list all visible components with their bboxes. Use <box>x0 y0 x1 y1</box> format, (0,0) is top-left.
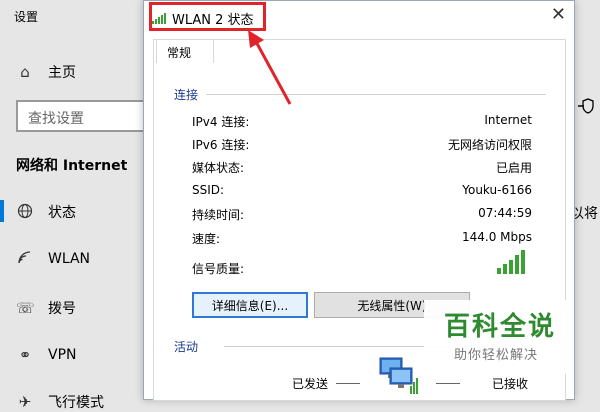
tab-general[interactable]: 常规 <box>156 39 214 63</box>
nav-status[interactable]: 状态 <box>16 202 76 222</box>
wifi-icon <box>16 250 34 268</box>
row-value: Internet <box>484 113 532 127</box>
nav-vpn-label: VPN <box>48 347 77 363</box>
section-heading: 网络和 Internet <box>16 158 128 174</box>
row-signal: 信号质量: <box>192 260 292 277</box>
row-value: 144.0 Mbps <box>461 230 532 244</box>
row-key: 信号质量: <box>192 262 245 276</box>
network-activity-icon <box>376 356 420 396</box>
home-icon: ⌂ <box>20 63 30 81</box>
sent-label: 已发送 <box>292 377 329 391</box>
row-key: 持续时间: <box>192 208 245 222</box>
row-key: IPv6 连接: <box>192 138 250 152</box>
activity-group-label: 活动 <box>174 340 199 354</box>
nav-dialup[interactable]: ☏ 拨号 <box>16 298 76 318</box>
row-duration: 持续时间: 07:44:59 <box>192 206 532 223</box>
globe-icon <box>16 203 34 221</box>
watermark: 百科全说 助你轻松解决 <box>424 300 574 374</box>
row-ipv6: IPv6 连接: 无网络访问权限 <box>192 136 532 153</box>
dialup-icon: ☏ <box>16 299 35 317</box>
row-key: SSID: <box>192 183 225 197</box>
row-ipv4: IPv4 连接: Internet <box>192 113 532 130</box>
nav-status-label: 状态 <box>48 205 76 221</box>
settings-title: 设置 <box>14 10 39 24</box>
nav-airplane[interactable]: ✈ 飞行模式 <box>16 392 104 412</box>
settings-search-input[interactable]: 查找设置 <box>16 100 150 132</box>
nav-vpn[interactable]: ⚭ VPN <box>16 346 77 364</box>
airplane-icon: ✈ <box>18 393 32 411</box>
close-button[interactable]: ✕ <box>551 5 566 25</box>
row-value: 07:44:59 <box>478 206 532 220</box>
row-value: 已启用 <box>495 161 532 175</box>
shield-icon <box>578 97 594 119</box>
received-line <box>436 383 460 384</box>
details-button[interactable]: 详细信息(E)... <box>192 292 308 318</box>
annotation-arrow <box>248 30 292 105</box>
watermark-main: 百科全说 <box>444 312 557 342</box>
nav-airplane-label: 飞行模式 <box>48 395 104 411</box>
sent-line <box>336 383 360 384</box>
row-key: IPv4 连接: <box>192 115 250 129</box>
highlight-box <box>149 2 266 31</box>
row-key: 速度: <box>192 232 221 246</box>
row-key: 媒体状态: <box>192 161 245 175</box>
nav-home-label: 主页 <box>48 65 76 81</box>
row-media-state: 媒体状态: 已启用 <box>192 159 532 176</box>
received-label: 已接收 <box>492 377 529 391</box>
nav-home[interactable]: ⌂ 主页 <box>16 62 76 82</box>
row-ssid: SSID: Youku-6166 <box>192 183 532 197</box>
connection-group-label: 连接 <box>174 88 199 102</box>
nav-wlan[interactable]: WLAN <box>16 250 90 268</box>
row-value: Youku-6166 <box>462 183 532 197</box>
vpn-icon: ⚭ <box>18 346 32 364</box>
active-indicator <box>0 200 4 222</box>
row-value: 无网络访问权限 <box>447 138 532 152</box>
row-speed: 速度: 144.0 Mbps <box>192 230 532 247</box>
watermark-sub: 助你轻松解决 <box>454 348 539 363</box>
nav-wlan-label: WLAN <box>48 251 91 267</box>
signal-quality-icon <box>497 250 525 274</box>
nav-dialup-label: 拨号 <box>48 301 76 317</box>
